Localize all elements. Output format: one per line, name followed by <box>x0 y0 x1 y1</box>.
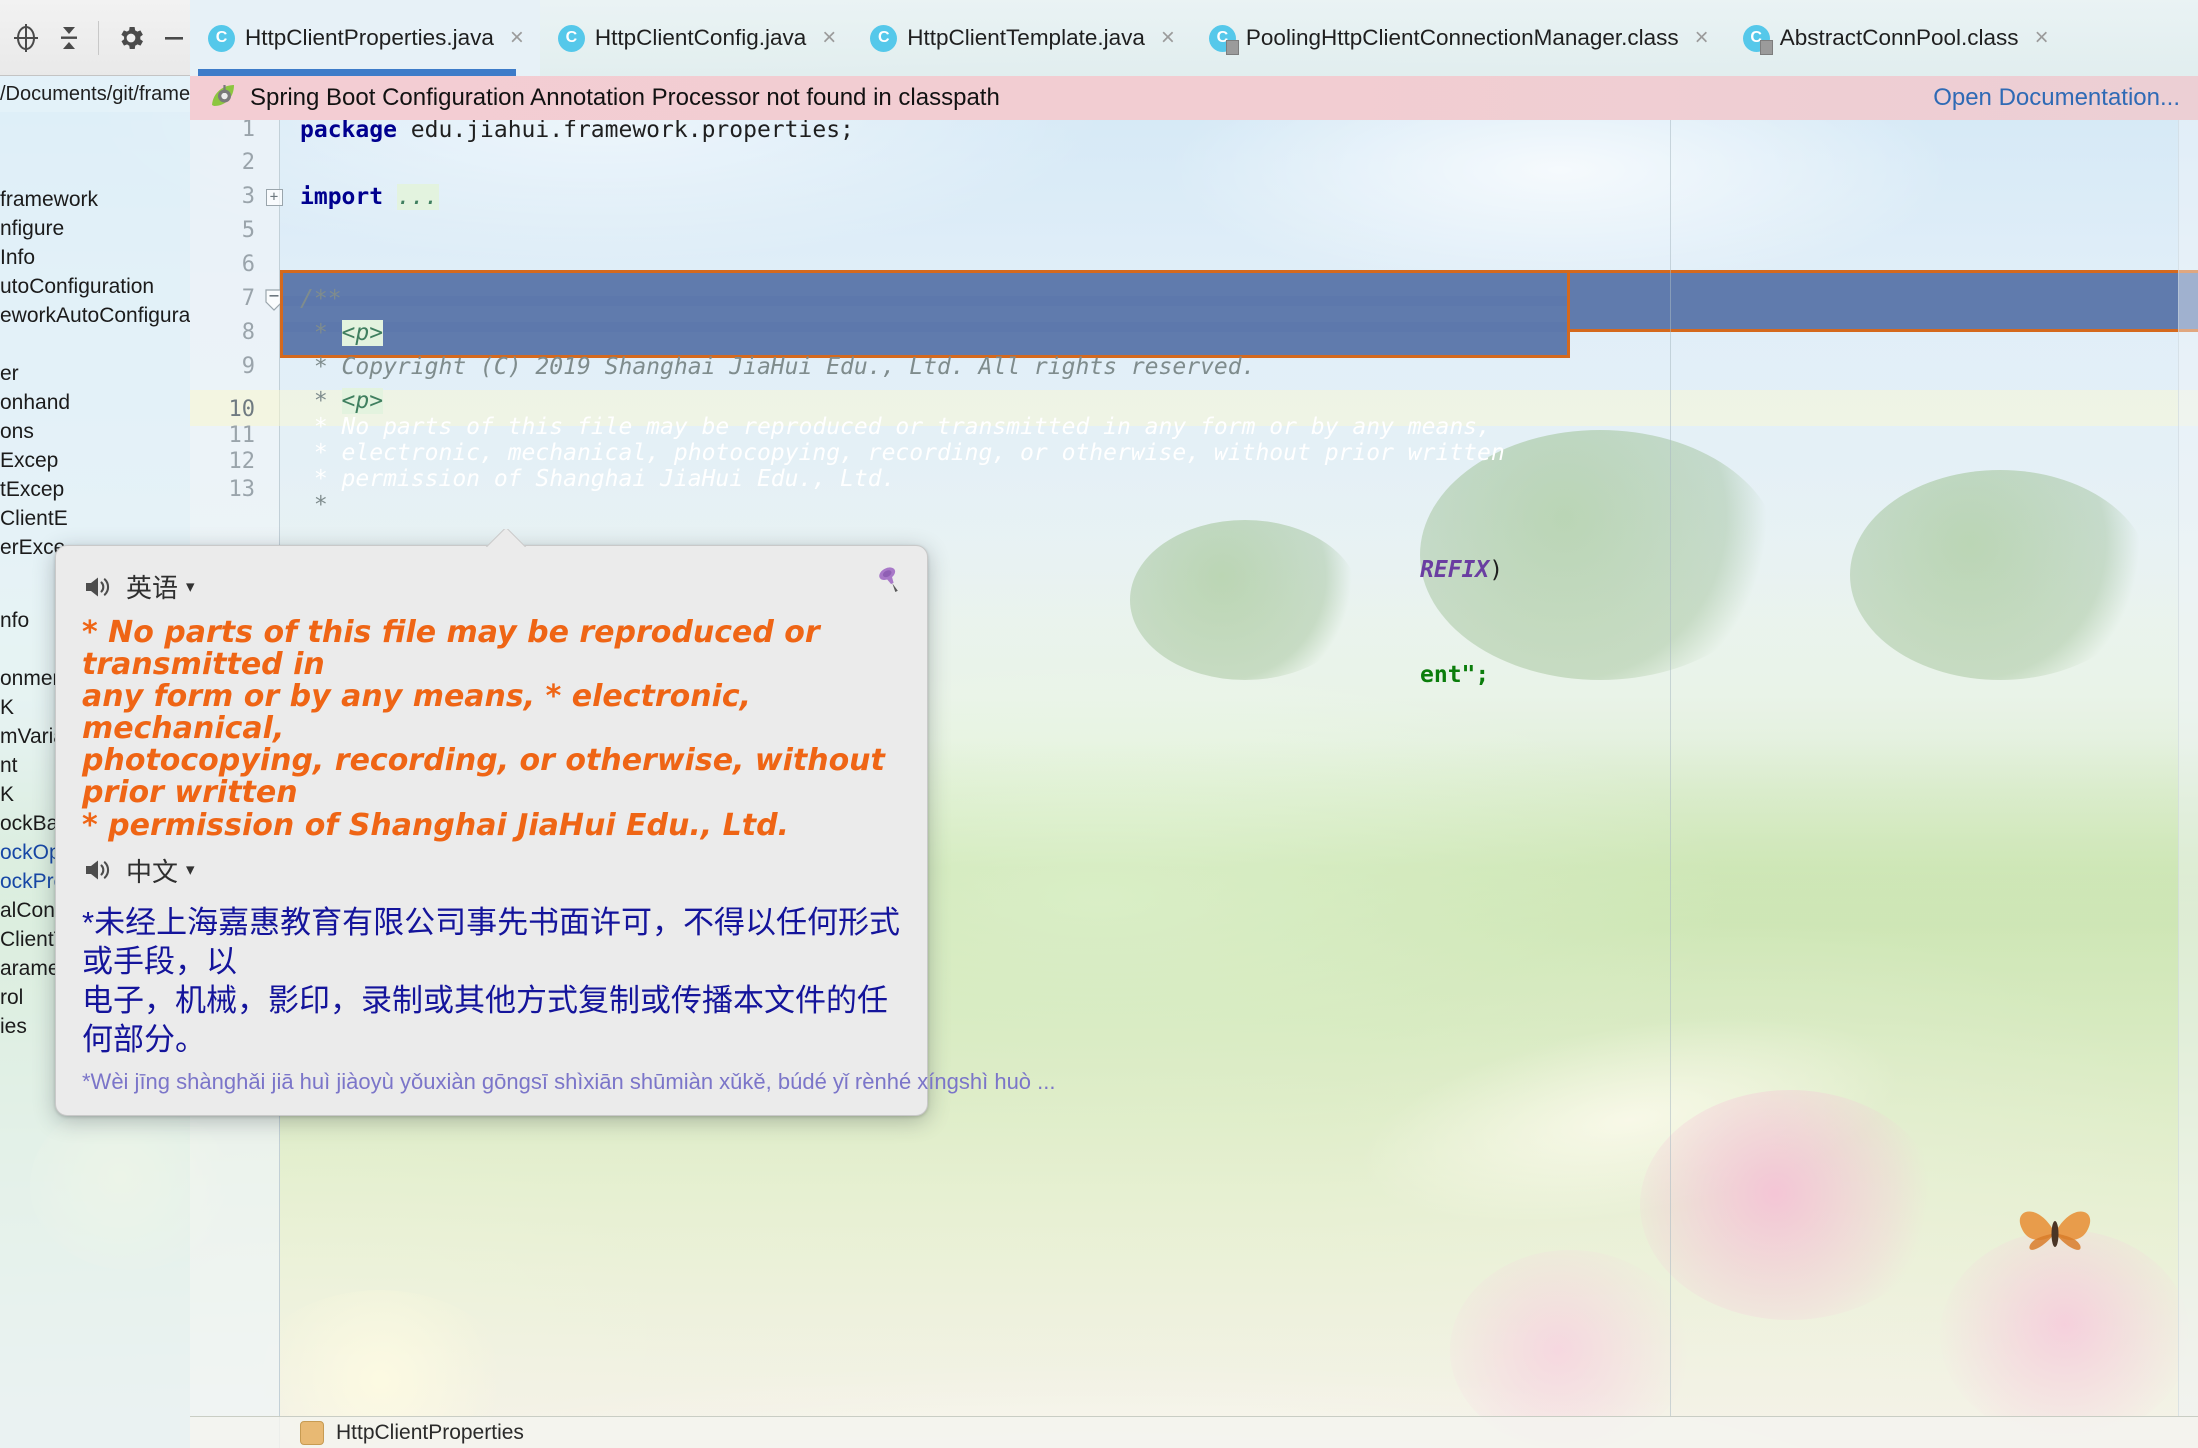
tab-label: AbstractConnPool.class <box>1779 25 2019 50</box>
translation-popup[interactable]: 英语 ▾ * No parts of this file may be repr… <box>55 529 1056 1117</box>
tab-label: HttpClientTemplate.java <box>907 25 1145 50</box>
target-language-row[interactable]: 中文 ▾ <box>82 852 901 889</box>
notification-banner: Spring Boot Configuration Annotation Pro… <box>190 76 2198 120</box>
toolbar-divider <box>97 20 99 55</box>
tab-label: PoolingHttpClientConnectionManager.class <box>1245 25 1679 50</box>
close-icon[interactable]: × <box>822 26 836 50</box>
keyword-package: package <box>300 120 397 143</box>
locate-icon[interactable] <box>10 15 43 61</box>
target-text: *未经上海嘉惠教育有限公司事先书面许可，不得以任何形式或手段，以 电子，机械，影… <box>82 904 901 1057</box>
java-class-icon: C <box>870 24 898 52</box>
class-icon <box>300 1420 324 1445</box>
close-icon[interactable]: × <box>1161 26 1175 50</box>
chevron-down-icon[interactable]: ▾ <box>186 577 195 597</box>
static-field-ref: REFIX <box>1420 557 1490 583</box>
popup-arrow <box>476 529 536 547</box>
hide-toolwindow-icon[interactable] <box>157 15 190 61</box>
source-language-row[interactable]: 英语 ▾ <box>82 568 901 605</box>
java-compiled-class-icon: C <box>1208 24 1239 55</box>
tree-item[interactable]: ClientE <box>0 505 190 534</box>
text-selection-extended <box>1570 270 2198 332</box>
tree-item[interactable]: Info <box>0 244 190 273</box>
gear-icon[interactable] <box>114 15 147 61</box>
close-icon[interactable]: × <box>510 26 524 50</box>
code-line-8: * Copyright (C) 2019 Shanghai JiaHui Edu… <box>300 354 1256 380</box>
close-icon[interactable]: × <box>2035 26 2049 50</box>
source-text: * No parts of this file may be reproduce… <box>82 615 885 843</box>
tree-item[interactable]: Excep <box>0 447 190 476</box>
editor-marker-gutter[interactable] <box>2178 120 2198 1416</box>
code-line-6: /** <box>300 286 342 312</box>
line-number: 13 <box>228 477 256 502</box>
tab-label: HttpClientConfig.java <box>594 25 807 50</box>
tree-item[interactable]: onhand <box>0 389 190 418</box>
close-icon[interactable]: × <box>1695 26 1709 50</box>
open-documentation-link[interactable]: Open Documentation... <box>1933 84 2180 112</box>
tree-item[interactable]: er <box>0 360 190 389</box>
pin-icon[interactable] <box>873 562 907 596</box>
speaker-icon[interactable] <box>82 855 112 885</box>
package-name: edu.jiahui.framework.properties; <box>396 120 854 143</box>
folded-imports[interactable]: ... <box>396 184 439 210</box>
html-tag-p: <p> <box>341 320 384 346</box>
line-number: 3 <box>241 184 255 209</box>
editor-tab-bar: C HttpClientProperties.java × C HttpClie… <box>190 0 2198 76</box>
keyword-import: import <box>300 184 384 210</box>
tree-item[interactable]: eworkAutoConfigurat <box>0 302 190 331</box>
line-number: 8 <box>241 320 255 345</box>
project-path-label: /Documents/git/frame <box>0 76 190 112</box>
line-number: 1 <box>241 120 255 142</box>
tree-item[interactable]: nfigure <box>0 215 190 244</box>
string-literal: ent"; <box>1420 662 1490 688</box>
editor-tab-poolinghttpclientconnectionmanager[interactable]: C PoolingHttpClientConnectionManager.cla… <box>1191 0 1725 76</box>
code-line-12: * permission of Shanghai JiaHui Edu., Lt… <box>300 466 896 492</box>
tree-item[interactable]: utoConfiguration <box>0 273 190 302</box>
code-line-13: * <box>300 492 328 518</box>
tree-item[interactable]: framework <box>0 186 190 215</box>
line-number: 5 <box>241 218 255 243</box>
translation-popup-card: 英语 ▾ * No parts of this file may be repr… <box>55 529 1056 1117</box>
editor-tab-abstractconnpool[interactable]: C AbstractConnPool.class × <box>1725 0 2065 76</box>
editor-tab-httpclientconfig[interactable]: C HttpClientConfig.java × <box>540 0 852 76</box>
spring-boot-leaf-icon <box>208 81 238 116</box>
java-class-icon: C <box>557 24 585 52</box>
pinyin-text: *Wèi jīng shànghǎi jiā huì jiàoyù yǒuxià… <box>82 1068 1056 1094</box>
chevron-down-icon[interactable]: ▾ <box>186 860 195 880</box>
comment-prefix: * <box>300 320 342 346</box>
tree-item[interactable]: ons <box>0 418 190 447</box>
source-language-label[interactable]: 英语 <box>126 568 178 605</box>
code-fragment-string: ent"; <box>1420 657 1489 693</box>
editor-tab-httpclientproperties[interactable]: C HttpClientProperties.java × <box>190 0 540 76</box>
banner-message: Spring Boot Configuration Annotation Pro… <box>250 84 1000 111</box>
line-number: 6 <box>241 252 255 277</box>
java-compiled-class-icon: C <box>1742 24 1773 55</box>
code-line-7: * <p> <box>300 315 384 351</box>
collapse-all-icon[interactable] <box>53 15 86 61</box>
tree-item[interactable]: tExcep <box>0 476 190 505</box>
code-line-1: package edu.jiahui.framework.properties; <box>300 120 854 148</box>
tab-label: HttpClientProperties.java <box>245 25 494 50</box>
code-fragment-prefix-field: REFIX) <box>1420 552 1503 588</box>
breadcrumb-bar: HttpClientProperties <box>190 1416 2198 1448</box>
editor-tab-httpclienttemplate[interactable]: C HttpClientTemplate.java × <box>852 0 1191 76</box>
tree-item[interactable] <box>0 331 190 360</box>
paren: ) <box>1489 557 1504 583</box>
line-number: 7 <box>241 286 255 311</box>
line-number: 9 <box>241 354 255 379</box>
target-language-label[interactable]: 中文 <box>126 852 178 889</box>
project-toolwindow-toolbar <box>0 0 190 76</box>
ide-window: C HttpClientProperties.java × C HttpClie… <box>0 0 2198 1448</box>
java-class-icon: C <box>208 24 235 52</box>
code-line-3: import ... <box>300 179 439 215</box>
right-margin-guide <box>1670 120 1671 1416</box>
line-number: 2 <box>241 150 255 175</box>
speaker-icon[interactable] <box>82 572 112 602</box>
breadcrumb[interactable]: HttpClientProperties <box>336 1421 524 1445</box>
